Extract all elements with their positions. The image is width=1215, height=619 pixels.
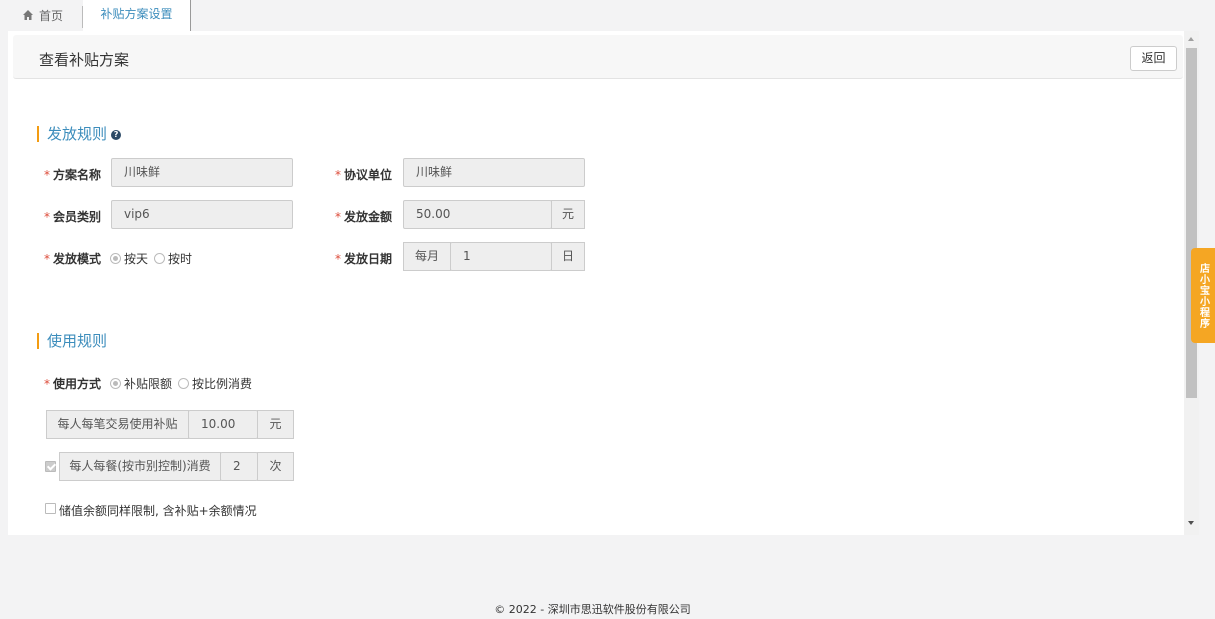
home-icon: [23, 10, 33, 20]
radio-checked[interactable]: [110, 378, 121, 389]
issue-date-unit: 日: [551, 242, 585, 271]
radio-unchecked[interactable]: [178, 378, 190, 389]
issue-mode-option-by-time[interactable]: 按时: [154, 250, 192, 267]
required-mark: *: [44, 252, 50, 266]
section-title-issue-rules-text: 发放规则: [47, 125, 108, 143]
member-type-label: * 会员类别: [44, 210, 102, 224]
member-type-field[interactable]: vip6: [111, 200, 293, 229]
mini-program-side-tab[interactable]: 店小宝小程序: [1191, 248, 1215, 343]
radio-checked[interactable]: [110, 253, 121, 264]
issue-amount-unit: 元: [551, 200, 585, 229]
required-mark: *: [44, 168, 50, 182]
page-title: 查看补贴方案: [39, 51, 130, 69]
required-mark: *: [335, 210, 341, 224]
tab-home[interactable]: 首页: [22, 7, 63, 23]
plan-name-label: * 方案名称: [44, 168, 102, 182]
scroll-thumb[interactable]: [1186, 48, 1197, 398]
issue-date-label: * 发放日期: [335, 252, 393, 266]
per-txn-field[interactable]: 10.00: [188, 410, 258, 439]
agreement-unit-field[interactable]: 川味鲜: [403, 158, 585, 187]
per-meal-unit: 次: [257, 452, 294, 481]
issue-date-prefix: 每月: [403, 242, 451, 271]
plan-name-field[interactable]: 川味鲜: [111, 158, 293, 187]
issue-date-field[interactable]: 1: [450, 242, 552, 271]
per-txn-unit: 元: [257, 410, 294, 439]
required-mark: *: [44, 377, 50, 391]
section-title-issue-rules: 发放规则?: [37, 125, 122, 143]
issue-mode-radio-group: 按天 按时: [110, 250, 198, 267]
per-txn-label: 每人每笔交易使用补贴: [46, 410, 189, 439]
scroll-up-arrow-icon[interactable]: [1188, 37, 1194, 41]
help-icon[interactable]: ?: [111, 129, 122, 140]
back-button[interactable]: 返回: [1130, 46, 1177, 71]
issue-mode-label: * 发放模式: [44, 252, 102, 266]
required-mark: *: [335, 252, 341, 266]
tab-subsidy-plan-settings[interactable]: 补贴方案设置: [83, 0, 191, 32]
mini-program-side-tab-label: 店小宝小程序: [1197, 262, 1209, 329]
usage-mode-option-limit[interactable]: 补贴限额: [110, 375, 172, 392]
required-mark: *: [44, 210, 50, 224]
agreement-unit-label: * 协议单位: [335, 168, 393, 182]
issue-mode-option-by-day[interactable]: 按天: [110, 250, 148, 267]
per-meal-checkbox[interactable]: [45, 461, 56, 472]
tab-bar: 首页 补贴方案设置: [0, 0, 1215, 32]
balance-limit-label: 储值余额同样限制, 含补贴+余额情况: [59, 504, 257, 518]
usage-mode-label: * 使用方式: [44, 377, 102, 391]
per-meal-label: 每人每餐(按市别控制)消费: [59, 452, 221, 481]
issue-amount-field[interactable]: 50.00: [403, 200, 552, 229]
radio-unchecked[interactable]: [154, 253, 166, 264]
balance-limit-checkbox[interactable]: [45, 503, 56, 514]
tab-home-label: 首页: [39, 8, 64, 23]
section-title-usage-rules: 使用规则: [37, 333, 107, 349]
required-mark: *: [335, 168, 341, 182]
scroll-down-arrow-icon[interactable]: [1188, 521, 1194, 525]
usage-mode-option-proportional[interactable]: 按比例消费: [178, 375, 252, 392]
footer-copyright: © 2022 - 深圳市思迅软件股份有限公司: [494, 603, 691, 616]
issue-amount-label: * 发放金额: [335, 210, 393, 224]
usage-mode-radio-group: 补贴限额 按比例消费: [110, 375, 258, 392]
panel-header: 查看补贴方案 返回: [13, 35, 1183, 79]
main-panel: 查看补贴方案 返回 发放规则? * 方案名称 川味鲜 * 协议单位 川味鲜 * 会员类…: [8, 31, 1199, 535]
per-meal-field[interactable]: 2: [220, 452, 258, 481]
